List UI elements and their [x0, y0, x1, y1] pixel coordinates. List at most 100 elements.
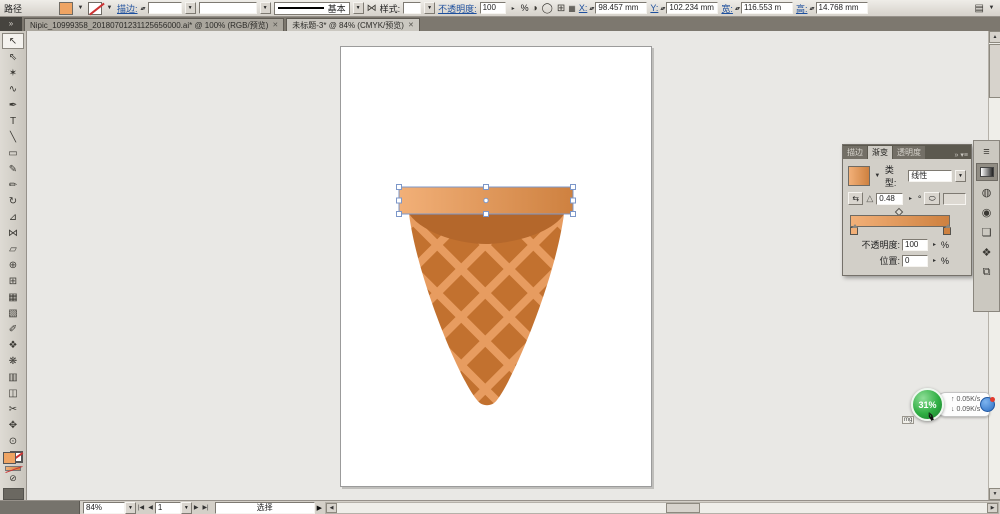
security-ball-icon[interactable]	[980, 397, 995, 412]
screen-mode-button[interactable]	[3, 488, 24, 500]
gradient-type-dropdown[interactable]: ▼	[955, 170, 966, 182]
zoom-tool[interactable]: ⊙	[2, 433, 24, 449]
hand-tool[interactable]: ✥	[2, 417, 24, 433]
scroll-down-icon[interactable]: ▼	[989, 488, 1000, 500]
stroke-dropdown-icon[interactable]: ▼	[105, 5, 114, 11]
opacity-field[interactable]: 100	[480, 2, 506, 14]
stroke-weight-dropdown[interactable]: ▼	[185, 2, 196, 14]
dock-symbols-icon[interactable]: ❖	[976, 243, 998, 261]
artboard-page[interactable]	[340, 46, 652, 487]
gradient-slider[interactable]	[850, 208, 964, 234]
next-artboard-icon[interactable]: ▶	[192, 504, 201, 511]
reverse-gradient-button[interactable]: ⇆	[848, 192, 863, 205]
gradient-tool[interactable]: ▧	[2, 305, 24, 321]
stroke-link[interactable]: 描边:	[117, 2, 138, 15]
handle-top-center[interactable]	[484, 185, 489, 190]
artboard-number-field[interactable]: 1	[155, 502, 181, 514]
handle-mid-left[interactable]	[397, 198, 402, 203]
pencil-tool[interactable]: ✏	[2, 177, 24, 193]
tab-transparency[interactable]: 透明度	[893, 146, 925, 159]
dock-panel-menu-icon[interactable]: ≡	[976, 143, 998, 161]
handle-top-right[interactable]	[571, 185, 576, 190]
dock-color-guide-icon[interactable]: ◍	[976, 183, 998, 201]
eyedropper-tool[interactable]: ✐	[2, 321, 24, 337]
slice-tool[interactable]: ✂	[2, 401, 24, 417]
tab-close-icon[interactable]: ✕	[272, 19, 278, 32]
vertical-scroll-thumb[interactable]	[989, 44, 1000, 98]
width-profile-icon[interactable]: ⋈	[367, 3, 377, 14]
stroke-color-swatch[interactable]	[88, 2, 102, 15]
fill-color-swatch[interactable]	[59, 2, 73, 15]
angle-stepper-icon[interactable]: ▸	[906, 195, 915, 202]
zoom-dropdown-icon[interactable]: ▼	[125, 502, 136, 514]
gradient-stop-left[interactable]	[850, 227, 858, 235]
horizontal-scrollbar[interactable]: ◀ ▶	[325, 502, 999, 514]
zoom-level-field[interactable]: 84%	[83, 502, 125, 514]
stop-opacity-field[interactable]: 100	[902, 239, 928, 251]
type-tool[interactable]: T	[2, 113, 24, 129]
handle-bottom-left[interactable]	[397, 212, 402, 217]
stroke-style-preview[interactable]: 基本	[274, 2, 350, 15]
scroll-left-icon[interactable]: ◀	[326, 503, 337, 513]
panel-collapse-icon[interactable]: »	[955, 152, 959, 159]
horizontal-scroll-thumb[interactable]	[666, 503, 700, 513]
prev-artboard-icon[interactable]: ◀	[146, 504, 155, 511]
pen-tool[interactable]: ✒	[2, 97, 24, 113]
direct-selection-tool[interactable]: ⇖	[2, 49, 24, 65]
column-graph-tool[interactable]: ▥	[2, 369, 24, 385]
document-tab-2[interactable]: 未标题-3* @ 84% (CMYK/预览) ✕	[286, 18, 420, 31]
panel-menu-icon[interactable]: ▤	[975, 3, 984, 14]
stroke-style-dropdown[interactable]: ▼	[353, 2, 364, 14]
fill-stroke-indicator[interactable]	[2, 452, 24, 463]
scroll-right-icon[interactable]: ▶	[987, 503, 998, 513]
stroke-weight-field[interactable]	[148, 2, 182, 14]
gradient-angle-field[interactable]: 0.48	[876, 193, 903, 205]
stop-position-stepper-icon[interactable]: ▸	[930, 257, 939, 264]
fill-dropdown-icon[interactable]: ▼	[76, 5, 85, 11]
network-speed-panel[interactable]: ↑ 0.05K/s ↓ 0.09K/s	[936, 392, 990, 417]
brush-dropdown[interactable]: ▼	[260, 2, 271, 14]
tab-close-icon[interactable]: ✕	[408, 19, 414, 32]
scale-tool[interactable]: ⊿	[2, 209, 24, 225]
handle-mid-right[interactable]	[571, 198, 576, 203]
line-segment-tool[interactable]: ╲	[2, 129, 24, 145]
handle-bottom-center[interactable]	[484, 212, 489, 217]
stop-position-field[interactable]: 0	[902, 255, 928, 267]
dock-artboards-icon[interactable]: ⧉	[976, 263, 998, 281]
blend-tool[interactable]: ❖	[2, 337, 24, 353]
selection-tool[interactable]: ↖	[2, 33, 24, 49]
color-mode-gradient-button[interactable]	[5, 466, 21, 471]
gradient-type-value[interactable]: 线性	[908, 170, 952, 182]
first-artboard-icon[interactable]: |◀	[136, 504, 146, 511]
icecream-cone-artwork[interactable]	[341, 47, 653, 488]
rectangle-tool[interactable]: ▭	[2, 145, 24, 161]
handle-bottom-right[interactable]	[571, 212, 576, 217]
symbol-sprayer-tool[interactable]: ❋	[2, 353, 24, 369]
document-setup-icon[interactable]: ◯	[542, 3, 553, 14]
tab-overflow-icon[interactable]: »	[0, 17, 22, 31]
status-expand-icon[interactable]: ▶	[315, 504, 324, 512]
opacity-link[interactable]: 不透明度:	[438, 2, 477, 15]
scroll-up-icon[interactable]: ▲	[989, 31, 1000, 43]
reference-point-icon[interactable]: ▦	[568, 4, 576, 13]
gradient-fill-swatch[interactable]	[848, 166, 870, 186]
shape-builder-tool[interactable]: ⊕	[2, 257, 24, 273]
stroke-weight-stepper[interactable]: ▴▾	[141, 5, 145, 12]
dock-graphic-styles-icon[interactable]: ❏	[976, 223, 998, 241]
color-mode-none-button[interactable]: ⊘	[9, 473, 17, 484]
free-transform-tool[interactable]: ▱	[2, 241, 24, 257]
fill-indicator[interactable]	[3, 452, 16, 464]
dock-appearance-icon[interactable]: ◉	[976, 203, 998, 221]
opacity-stepper-icon[interactable]: ▸	[509, 5, 518, 12]
document-tab-1[interactable]: Nipic_10999358_20180701231125656000.ai* …	[24, 18, 284, 31]
lasso-tool[interactable]: ∿	[2, 81, 24, 97]
brush-field[interactable]	[199, 2, 257, 14]
width-tool[interactable]: ⋈	[2, 225, 24, 241]
align-icon[interactable]: ⊞	[557, 3, 565, 14]
handle-top-left[interactable]	[397, 185, 402, 190]
recolor-artwork-icon[interactable]: ◑	[532, 3, 538, 14]
style-dropdown[interactable]: ▼	[424, 2, 435, 14]
last-artboard-icon[interactable]: ▶|	[200, 504, 210, 511]
mesh-tool[interactable]: ▦	[2, 289, 24, 305]
stop-opacity-stepper-icon[interactable]: ▸	[930, 241, 939, 248]
